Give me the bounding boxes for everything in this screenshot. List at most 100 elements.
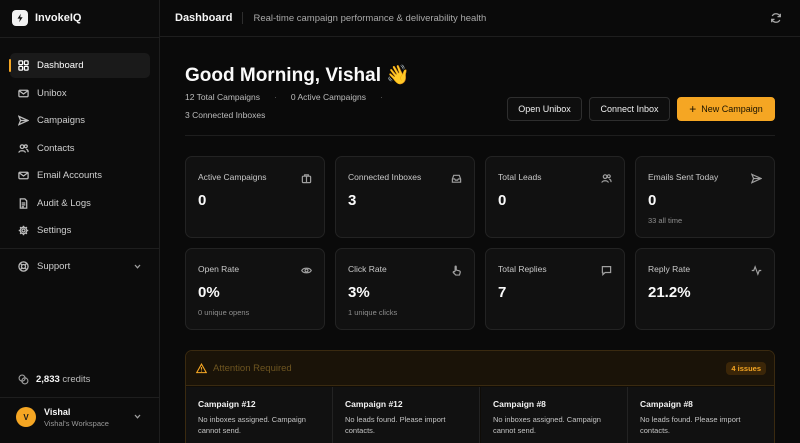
sidebar-item-contacts[interactable]: Contacts: [10, 136, 150, 161]
card-label: Reply Rate: [648, 264, 691, 274]
lightning-icon: [12, 10, 28, 26]
issue-text: No inboxes assigned. Campaign cannot sen…: [493, 415, 601, 435]
sidebar-item-unibox[interactable]: Unibox: [10, 81, 150, 106]
card-label: Total Leads: [498, 172, 542, 182]
issue-title: Campaign #8: [640, 399, 693, 409]
sidebar-item-email-accounts[interactable]: Email Accounts: [10, 163, 150, 188]
card-value: 3: [348, 192, 357, 209]
issue-card[interactable]: Campaign #12 No inboxes assigned. Campai…: [186, 387, 333, 443]
greeting-heading: Good Morning, Vishal 👋: [185, 65, 410, 86]
card-value: 7: [498, 284, 507, 301]
sidebar-item-dashboard[interactable]: Dashboard: [9, 53, 150, 78]
stat-card-total-replies[interactable]: Total Replies 7: [485, 248, 625, 330]
attention-title: Attention Required: [213, 363, 292, 374]
users-icon: [18, 143, 29, 154]
issue-card[interactable]: Campaign #12 No leads found. Please impo…: [333, 387, 480, 443]
sidebar: InvokeIQ Dashboard Unibox Campaigns Cont…: [0, 0, 160, 443]
chevron-down-icon[interactable]: [133, 412, 142, 421]
card-value: 3%: [348, 284, 370, 301]
sidebar-item-label: Unibox: [37, 87, 67, 99]
sidebar-item-label: Dashboard: [37, 60, 84, 71]
card-label: Open Rate: [198, 264, 240, 274]
page-subtitle: Real-time campaign performance & deliver…: [253, 12, 487, 24]
sidebar-item-label: Contacts: [37, 142, 75, 154]
send-icon: [18, 115, 29, 126]
stat-card-click-rate[interactable]: Click Rate 3% 1 unique clicks: [335, 248, 475, 330]
connected-inboxes-stat: 3 Connected Inboxes: [185, 110, 266, 120]
stat-card-emails-sent-today[interactable]: Emails Sent Today 0 33 all time: [635, 156, 775, 238]
sidebar-nav: Dashboard Unibox Campaigns Contacts Emai…: [9, 53, 150, 246]
sidebar-item-settings[interactable]: Settings: [10, 218, 150, 243]
sidebar-item-support[interactable]: Support: [10, 254, 150, 279]
card-sub: 1 unique clicks: [348, 308, 398, 317]
send-icon: [750, 171, 763, 184]
credits-value: 2,833: [36, 374, 60, 385]
sidebar-item-label: Support: [37, 261, 71, 272]
issue-title: Campaign #8: [493, 399, 546, 409]
connect-inbox-button[interactable]: Connect Inbox: [589, 97, 670, 121]
user-name: Vishal: [44, 406, 71, 417]
refresh-icon[interactable]: [770, 12, 782, 24]
new-campaign-label: New Campaign: [701, 104, 763, 114]
header-separator: [242, 12, 244, 24]
stat-card-reply-rate[interactable]: Reply Rate 21.2%: [635, 248, 775, 330]
dashboard-icon: [18, 60, 29, 71]
issue-text: No leads found. Please import contacts.: [640, 415, 741, 435]
card-sub: 33 all time: [648, 216, 683, 225]
card-label: Total Replies: [498, 264, 547, 274]
issue-text: No leads found. Please import contacts.: [345, 415, 446, 435]
section-divider: [185, 135, 775, 136]
card-value: 0: [198, 192, 207, 209]
summary-stats: 12 Total Campaigns · 0 Active Campaigns …: [185, 92, 397, 102]
card-value: 0: [648, 192, 657, 209]
plus-icon: +: [689, 102, 697, 116]
eye-icon: [301, 263, 312, 274]
issue-title: Campaign #12: [345, 399, 403, 409]
avatar: V: [16, 407, 36, 427]
page-title: Dashboard: [175, 12, 233, 24]
stat-card-connected-inboxes[interactable]: Connected Inboxes 3: [335, 156, 475, 238]
coins-icon: [18, 374, 29, 385]
credits-label: credits: [62, 374, 91, 385]
top-bar: Dashboard Real-time campaign performance…: [160, 0, 800, 37]
card-value: 0%: [198, 284, 220, 301]
issue-card[interactable]: Campaign #8 No leads found. Please impor…: [628, 387, 774, 443]
activity-icon: [751, 263, 762, 276]
sidebar-item-label: Email Accounts: [37, 170, 102, 181]
briefcase-icon: [301, 171, 312, 184]
sidebar-divider: [0, 397, 160, 398]
pointer-icon: [451, 263, 462, 276]
issue-card[interactable]: Campaign #8 No inboxes assigned. Campaig…: [481, 387, 628, 443]
credits-display: 2,833 credits: [18, 374, 90, 385]
gear-icon: [18, 225, 29, 236]
brand-name: InvokeIQ: [35, 12, 82, 24]
stat-card-active-campaigns[interactable]: Active Campaigns 0: [185, 156, 325, 238]
total-campaigns-stat: 12 Total Campaigns: [185, 92, 260, 102]
workspace-name: Vishal's Workspace: [44, 418, 109, 428]
sidebar-divider: [0, 37, 160, 38]
brand[interactable]: InvokeIQ: [12, 9, 81, 27]
open-unibox-button[interactable]: Open Unibox: [507, 97, 582, 121]
issue-title: Campaign #12: [198, 399, 256, 409]
message-icon: [601, 263, 612, 276]
user-menu[interactable]: V Vishal Vishal's Workspace: [16, 404, 146, 430]
card-label: Connected Inboxes: [348, 172, 422, 182]
lifebuoy-icon: [18, 261, 29, 272]
card-label: Click Rate: [348, 264, 387, 274]
sidebar-item-label: Settings: [37, 225, 72, 236]
users-icon: [601, 171, 612, 183]
issue-text: No inboxes assigned. Campaign cannot sen…: [198, 415, 306, 435]
warning-icon: [196, 363, 207, 374]
stat-card-total-leads[interactable]: Total Leads 0: [485, 156, 625, 238]
sidebar-divider: [0, 248, 160, 249]
mail-icon: [18, 170, 29, 181]
sidebar-item-campaigns[interactable]: Campaigns: [10, 108, 150, 133]
stat-separator: ·: [273, 92, 277, 102]
issues-badge: 4 issues: [726, 362, 766, 375]
card-label: Emails Sent Today: [648, 172, 719, 182]
mail-icon: [18, 88, 29, 99]
stat-card-open-rate[interactable]: Open Rate 0% 0 unique opens: [185, 248, 325, 330]
sidebar-item-audit-logs[interactable]: Audit & Logs: [10, 191, 150, 216]
chevron-down-icon[interactable]: [133, 262, 142, 271]
new-campaign-button[interactable]: + New Campaign: [677, 97, 775, 121]
